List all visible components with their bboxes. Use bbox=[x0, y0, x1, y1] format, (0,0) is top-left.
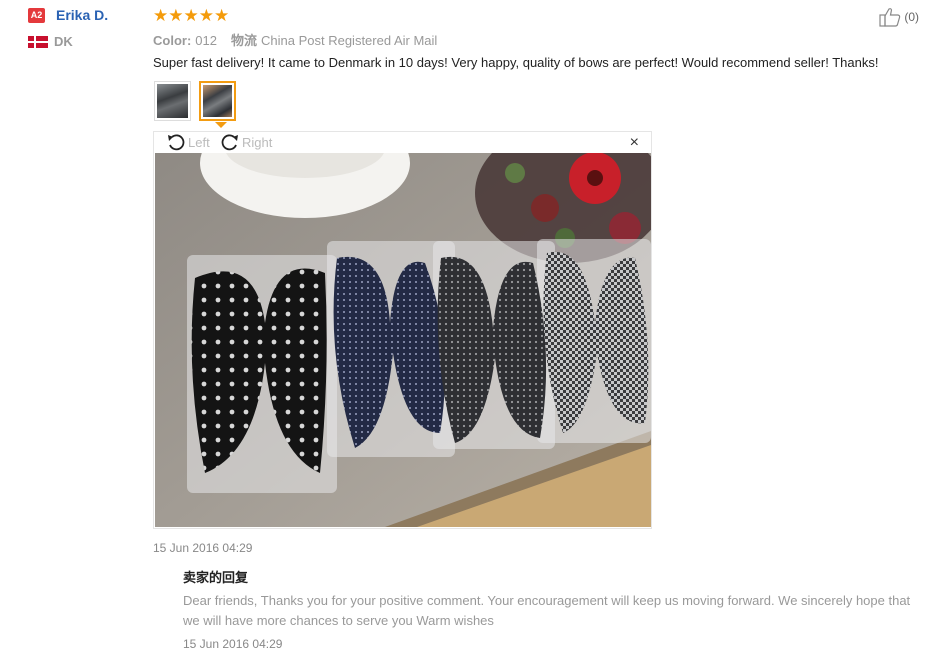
color-label: Color: bbox=[153, 33, 192, 48]
review-photo-thumbnails bbox=[154, 81, 236, 121]
selected-thumbnail-pointer bbox=[215, 122, 227, 128]
rotate-right-icon bbox=[221, 134, 238, 151]
seller-reply-date: 15 Jun 2016 04:29 bbox=[183, 637, 283, 651]
rotate-right-button[interactable]: Right bbox=[220, 132, 272, 152]
photo-viewer: Left Right × bbox=[153, 131, 652, 529]
shipping-value: China Post Registered Air Mail bbox=[261, 33, 438, 48]
seller-reply-title: 卖家的回复 bbox=[183, 570, 249, 585]
rotate-left-label: Left bbox=[188, 134, 210, 150]
review-photo bbox=[155, 153, 651, 527]
rotate-left-button[interactable]: Left bbox=[166, 132, 210, 152]
photo-thumbnail-selected[interactable] bbox=[199, 81, 236, 121]
seller-reply-text: Dear friends, Thanks you for your positi… bbox=[183, 593, 911, 628]
reviewer-country: DK bbox=[54, 34, 73, 49]
order-meta: Color: 012 物流 China Post Registered Air Mai… bbox=[153, 30, 451, 49]
helpful-button[interactable]: (0) bbox=[879, 7, 919, 27]
shipping-label: 物流 bbox=[230, 33, 257, 48]
helpful-count: (0) bbox=[904, 10, 919, 24]
thumbs-up-icon bbox=[879, 8, 901, 27]
rotate-right-label: Right bbox=[242, 134, 273, 150]
reviewer-name[interactable]: Erika D. bbox=[56, 7, 108, 23]
review-date: 15 Jun 2016 04:29 bbox=[153, 541, 253, 555]
close-viewer-button[interactable]: × bbox=[630, 134, 639, 152]
color-value: 012 bbox=[195, 33, 217, 48]
viewer-toolbar: Left Right × bbox=[154, 132, 651, 152]
review-text: Super fast delivery! It came to Denmark … bbox=[153, 55, 879, 70]
user-level-badge: A2 bbox=[28, 8, 45, 23]
star-rating: ★★★★★ bbox=[153, 6, 230, 25]
denmark-flag-icon bbox=[28, 36, 48, 48]
photo-thumbnail[interactable] bbox=[154, 81, 191, 121]
rotate-left-icon bbox=[168, 134, 185, 151]
